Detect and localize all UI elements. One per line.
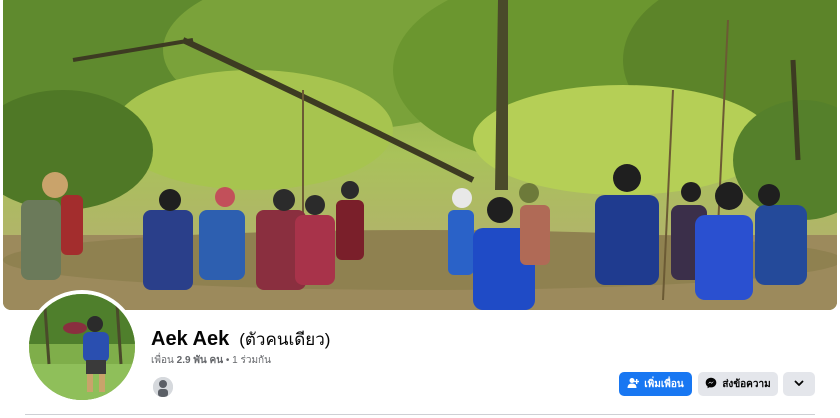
profile-name: Aek Aek: [151, 328, 230, 350]
messenger-icon: [705, 377, 717, 392]
add-friend-button[interactable]: เพิ่มเพื่อน: [619, 372, 692, 396]
friends-label: เพื่อน: [151, 355, 174, 366]
profile-alternate-name: (ตัวคนเดียว): [239, 330, 331, 349]
separator-dot: •: [225, 355, 230, 366]
message-label: ส่งข้อความ: [722, 378, 771, 390]
friends-count: 2.9 พัน คน: [176, 355, 224, 366]
message-button[interactable]: ส่งข้อความ: [698, 372, 778, 396]
friends-summary[interactable]: เพื่อน 2.9 พัน คน • 1 ร่วมกัน: [151, 353, 271, 368]
more-options-button[interactable]: [783, 372, 815, 396]
mutual-friend-avatar[interactable]: [151, 375, 175, 399]
add-friend-label: เพิ่มเพื่อน: [644, 378, 684, 390]
add-friend-icon: [627, 377, 640, 392]
mutual-friends[interactable]: 1 ร่วมกัน: [232, 355, 271, 366]
profile-name-row: Aek Aek (ตัวคนเดียว): [151, 326, 330, 353]
chevron-down-icon: [794, 378, 804, 391]
profile-avatar[interactable]: [25, 290, 139, 404]
profile-header-divider: [25, 414, 815, 415]
cover-photo[interactable]: [3, 0, 837, 310]
